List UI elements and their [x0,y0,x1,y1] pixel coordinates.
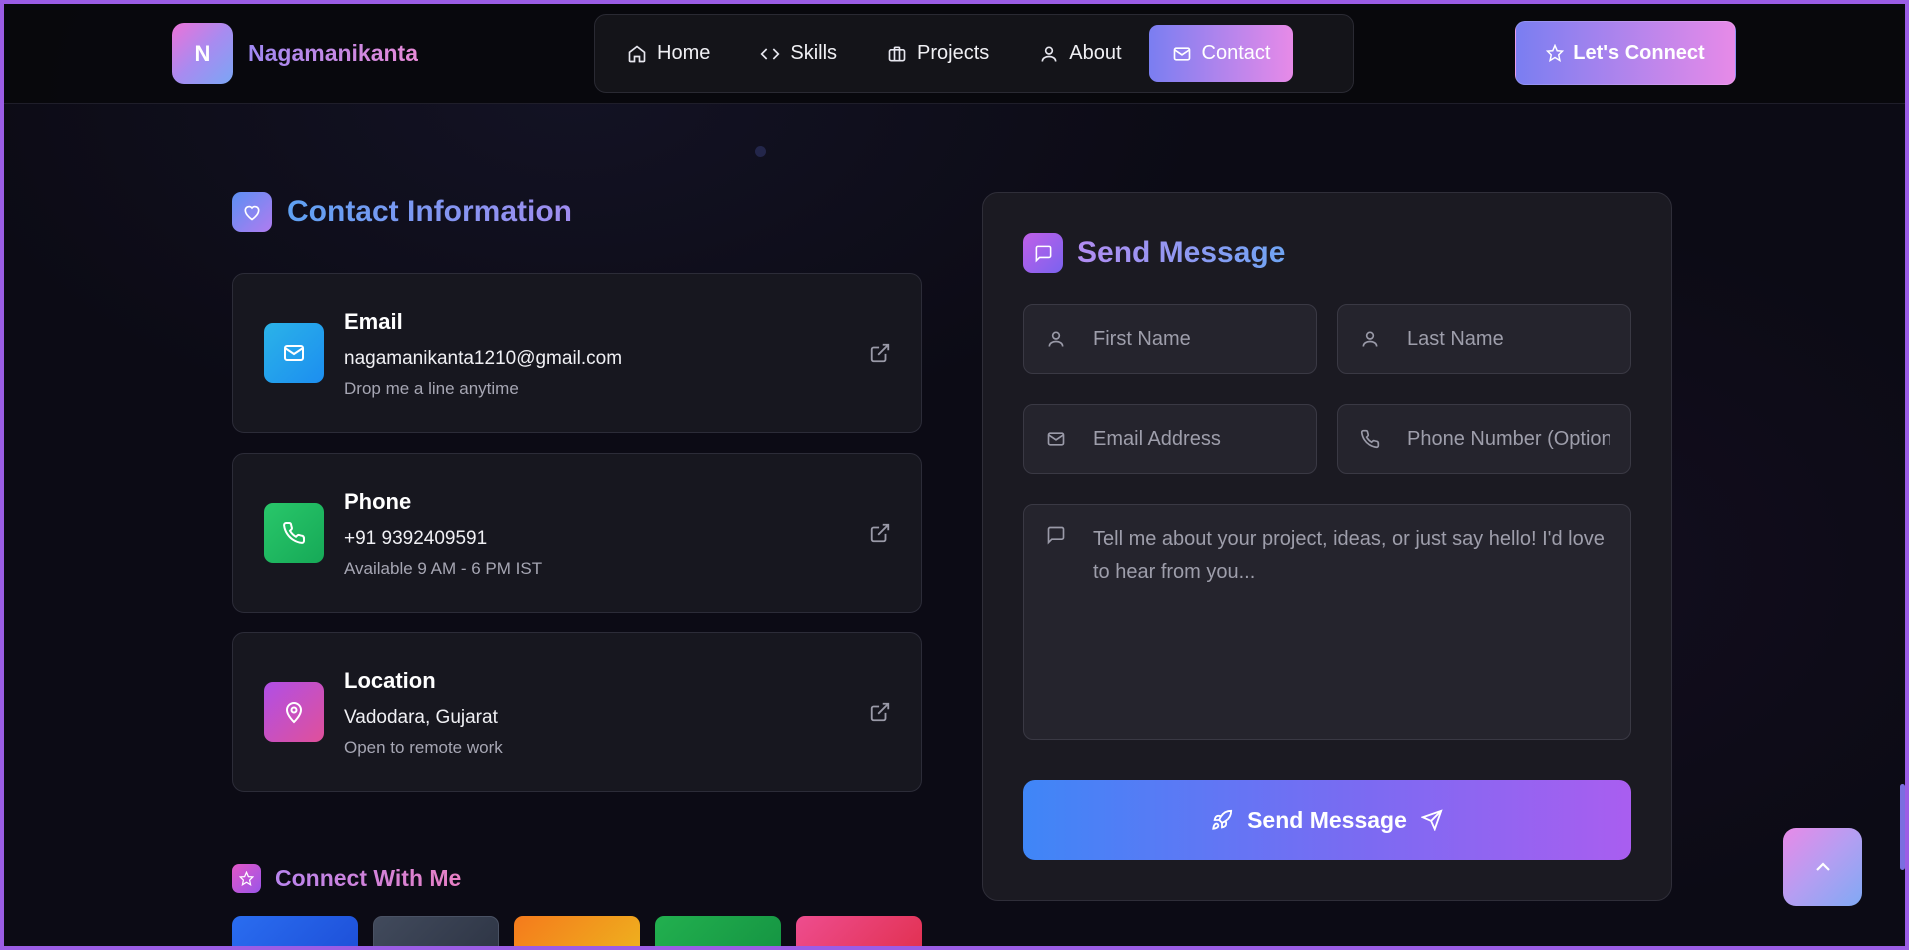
social-tile-4[interactable] [655,916,781,950]
heart-icon [232,192,272,232]
chevron-up-icon [1815,862,1830,871]
contact-card-phone[interactable]: Phone +91 9392409591 Available 9 AM - 6 … [232,453,922,613]
brand-logo[interactable]: N Nagamanikanta [172,23,418,84]
contact-card-location[interactable]: Location Vadodara, Gujarat Open to remot… [232,632,922,792]
message-icon [1023,233,1063,273]
connect-title: Connect With Me [275,865,462,891]
nav-item-projects[interactable]: Projects [864,25,1012,82]
social-tile-5[interactable] [796,916,922,950]
mail-icon [1047,432,1065,446]
decorative-dot [755,146,766,157]
email-field[interactable] [1023,404,1317,474]
nav-item-label: Skills [790,42,838,64]
nav-item-label: About [1069,42,1122,64]
lets-connect-label: Let's Connect [1573,41,1705,64]
message-icon [1047,526,1065,545]
social-tile-2[interactable] [373,916,499,950]
briefcase-icon [888,46,906,61]
contact-info-heading: Contact Information [232,192,572,232]
card-subtitle: Available 9 AM - 6 PM IST [344,559,543,578]
star-icon [1546,44,1565,62]
last-name-field[interactable] [1337,304,1631,374]
nav-item-label: Projects [917,42,990,64]
user-icon [1041,46,1057,62]
code-icon [760,47,780,60]
nav-item-contact[interactable]: Contact [1148,25,1294,82]
scrollbar-thumb[interactable] [1900,784,1905,870]
home-icon [628,44,646,62]
nav-item-skills[interactable]: Skills [737,25,860,82]
first-name-input[interactable] [1093,305,1296,373]
send-message-form: Send Message Send Message [982,192,1672,901]
connect-heading: Connect With Me [232,864,461,893]
mail-icon [1173,46,1190,61]
lets-connect-button[interactable]: Let's Connect [1515,21,1736,85]
user-icon [1048,331,1064,347]
external-link-icon[interactable] [869,342,891,364]
email-input[interactable] [1093,405,1296,473]
send-message-label: Send Message [1247,806,1407,833]
phone-icon [1360,429,1380,449]
mail-icon [264,323,324,383]
card-value[interactable]: +91 9392409591 [344,528,487,550]
external-link-icon[interactable] [869,701,891,723]
map-pin-icon [264,682,324,742]
card-value[interactable]: Vadodara, Gujarat [344,707,498,729]
send-message-title: Send Message [1077,236,1286,269]
social-tile-1[interactable] [232,916,358,950]
user-icon [1362,331,1378,347]
send-message-button[interactable]: Send Message [1023,780,1631,860]
nav-item-home[interactable]: Home [604,25,733,82]
star-icon [232,864,261,893]
nav-item-label: Contact [1201,42,1271,64]
card-title: Phone [344,489,412,514]
brand-name: Nagamanikanta [248,40,419,66]
send-icon [1420,809,1443,831]
contact-info-title: Contact Information [287,195,572,228]
social-tile-3[interactable] [514,916,640,950]
nav-item-about[interactable]: About [1016,25,1144,82]
card-subtitle: Open to remote work [344,738,503,757]
card-subtitle: Drop me a line anytime [344,379,519,398]
navbar: N Nagamanikanta Home Skills Projects Abo… [4,4,1905,104]
card-title: Location [344,668,436,693]
first-name-field[interactable] [1023,304,1317,374]
scroll-to-top-button[interactable] [1783,828,1862,906]
phone-input[interactable] [1407,405,1610,473]
phone-field[interactable] [1337,404,1631,474]
contact-card-email[interactable]: Email nagamanikanta1210@gmail.com Drop m… [232,273,922,433]
card-value[interactable]: nagamanikanta1210@gmail.com [344,348,622,370]
external-link-icon[interactable] [869,522,891,544]
send-message-heading: Send Message [1023,233,1285,273]
nav-menu: Home Skills Projects About Contact [594,14,1354,93]
logo-badge: N [172,23,233,84]
nav-item-label: Home [657,42,711,64]
rocket-icon [1212,809,1233,830]
message-textarea[interactable] [1093,523,1612,721]
message-field[interactable] [1023,504,1631,740]
last-name-input[interactable] [1407,305,1610,373]
card-title: Email [344,309,403,334]
phone-icon [264,503,324,563]
